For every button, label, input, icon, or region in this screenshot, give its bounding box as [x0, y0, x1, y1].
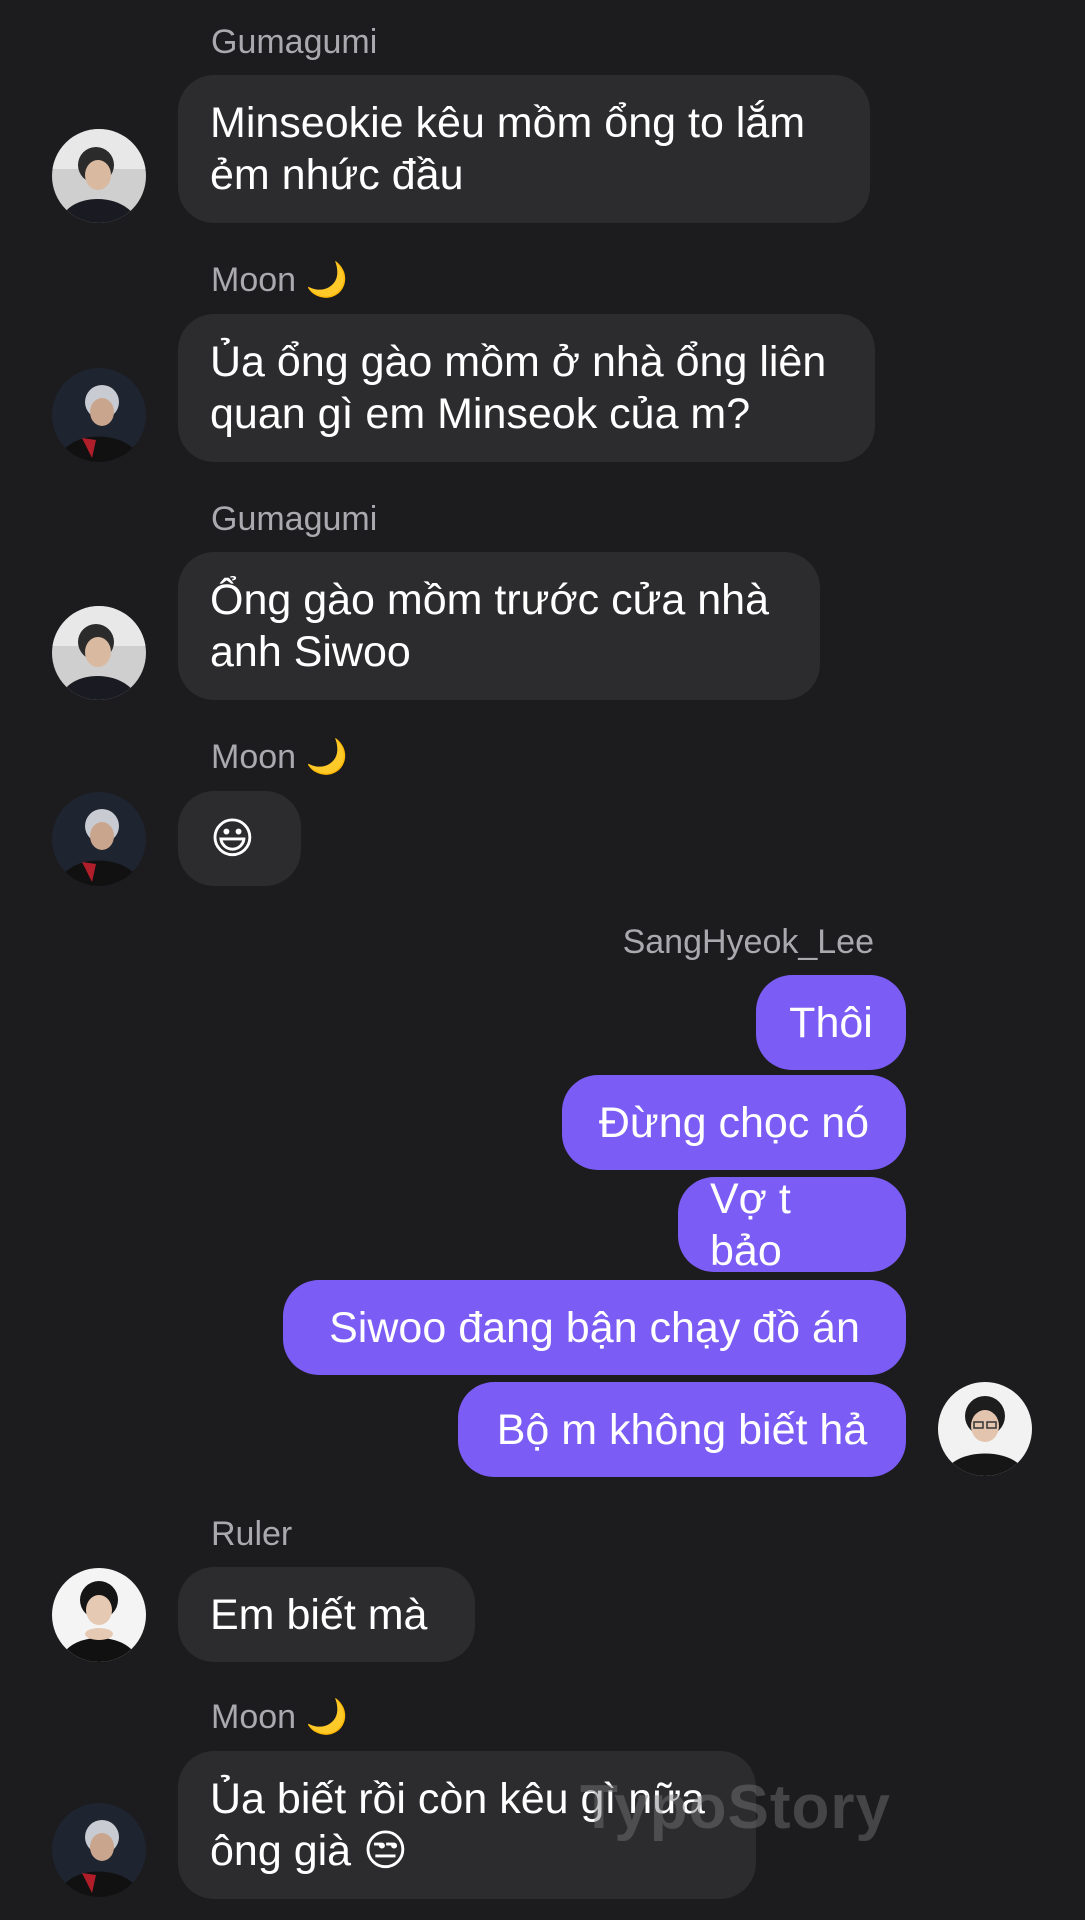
sender-name: Gumagumi: [211, 500, 378, 538]
moon-avatar-icon[interactable]: [52, 368, 146, 462]
sender-name: Gumagumi: [211, 23, 378, 61]
sender-name: SangHyeok_Lee: [622, 923, 874, 961]
message-bubble[interactable]: Siwoo đang bận chạy đồ án: [283, 1280, 906, 1375]
sender-name: Moon 🌙: [211, 1698, 348, 1736]
moon-avatar-icon[interactable]: [52, 1803, 146, 1897]
message-bubble[interactable]: Ủa ổng gào mồm ở nhà ổng liên quan gì em…: [178, 314, 875, 462]
message-bubble[interactable]: Ổng gào mồm trước cửa nhà anh Siwoo: [178, 552, 820, 700]
watermark: TypoStory: [580, 1773, 891, 1842]
gumagumi-avatar-icon[interactable]: [52, 129, 146, 223]
sender-name: Moon 🌙: [211, 738, 348, 776]
sender-name: Ruler: [211, 1515, 293, 1553]
moon-avatar-icon[interactable]: [52, 792, 146, 886]
message-bubble[interactable]: Minseokie kêu mồm ổng to lắm ẻm nhức đầu: [178, 75, 870, 223]
message-bubble[interactable]: Bộ m không biết hả: [458, 1382, 906, 1477]
message-bubble[interactable]: Thôi: [756, 975, 906, 1070]
gumagumi-avatar-icon[interactable]: [52, 606, 146, 700]
message-bubble[interactable]: Em biết mà: [178, 1567, 475, 1662]
sender-name: Moon 🌙: [211, 261, 348, 299]
message-bubble[interactable]: Vợ t bảo: [678, 1175, 906, 1275]
ruler-avatar-icon[interactable]: [52, 1568, 146, 1662]
message-bubble[interactable]: 😃: [178, 791, 301, 886]
message-bubble[interactable]: Đừng chọc nó: [562, 1075, 906, 1170]
sanghyeok-avatar-icon[interactable]: [938, 1382, 1032, 1476]
